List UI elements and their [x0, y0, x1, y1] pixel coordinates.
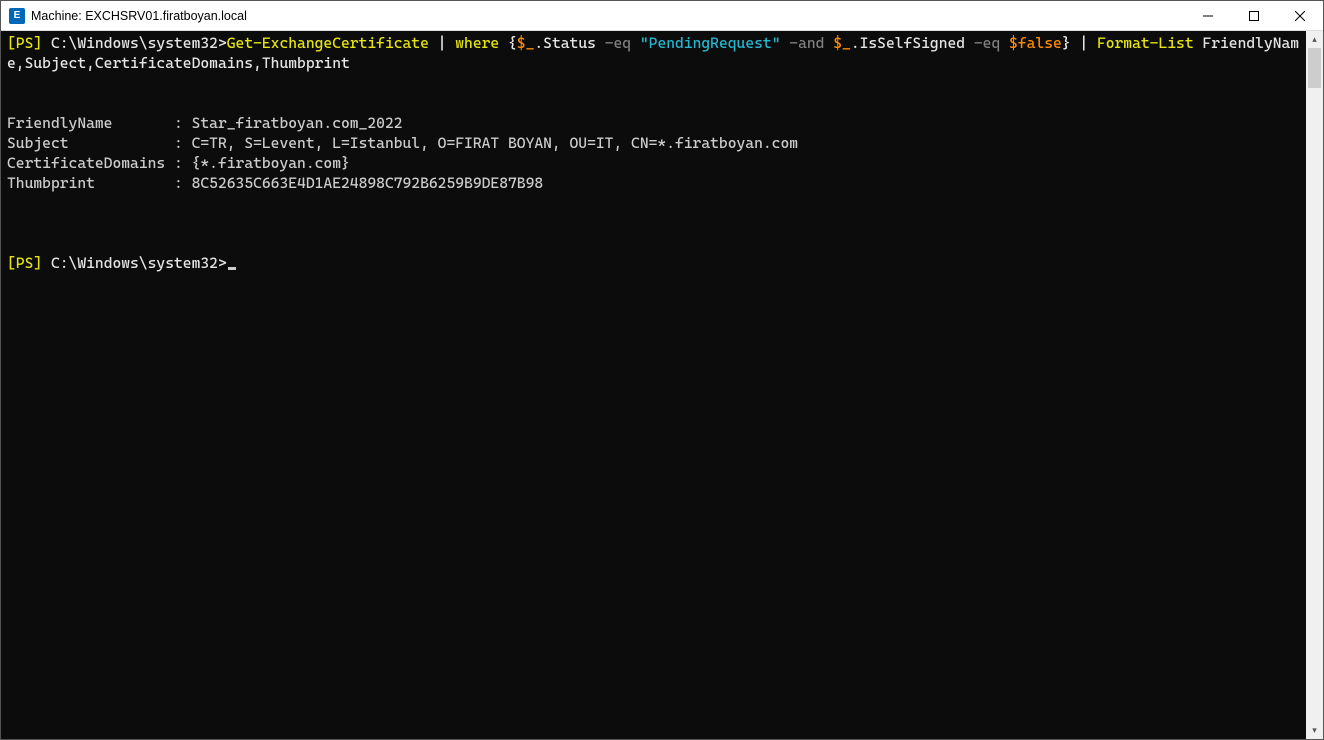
space-3: [824, 34, 833, 52]
output-friendlyname-label: FriendlyName :: [7, 114, 192, 132]
scrollbar-track[interactable]: [1306, 48, 1323, 722]
brace-open: {: [499, 34, 517, 52]
var-dollar-underscore-1: $_: [517, 34, 535, 52]
cmd-format-list: Format-List: [1097, 34, 1194, 52]
prompt2-bracket-open: [: [7, 254, 16, 272]
op-eq-1: -eq: [605, 34, 631, 52]
maximize-button[interactable]: [1231, 1, 1277, 30]
terminal[interactable]: [PS] C:\Windows\system32>Get-ExchangeCer…: [1, 31, 1306, 739]
scrollbar-up-arrow-icon[interactable]: ▴: [1306, 31, 1323, 48]
brace-close: }: [1062, 34, 1071, 52]
minimize-icon: [1203, 11, 1213, 21]
titlebar[interactable]: E Machine: EXCHSRV01.firatboyan.local: [1, 1, 1323, 31]
space-4: [1000, 34, 1009, 52]
app-icon: E: [9, 8, 25, 24]
window-title: Machine: EXCHSRV01.firatboyan.local: [31, 9, 247, 23]
prompt-path: C:\Windows\system32>: [51, 34, 227, 52]
prompt2-ps: PS: [16, 254, 34, 272]
prompt-ps: PS: [16, 34, 34, 52]
space-2: [780, 34, 789, 52]
pipe-1: |: [429, 34, 455, 52]
prompt-bracket-close: ]: [33, 34, 51, 52]
prompt2-path: C:\Windows\system32>: [51, 254, 227, 272]
close-icon: [1295, 11, 1305, 21]
op-and: -and: [789, 34, 824, 52]
output-certdomains-value: {*.firatboyan.com}: [192, 154, 350, 172]
cursor: [228, 267, 236, 270]
prop-isselfsigned: .IsSelfSigned: [851, 34, 974, 52]
output-friendlyname-value: Star_firatboyan.com_2022: [192, 114, 403, 132]
terminal-area: [PS] C:\Windows\system32>Get-ExchangeCer…: [1, 31, 1323, 739]
cmd-where: where: [455, 34, 499, 52]
close-button[interactable]: [1277, 1, 1323, 30]
prompt2-bracket-close: ]: [33, 254, 51, 272]
maximize-icon: [1249, 11, 1259, 21]
minimize-button[interactable]: [1185, 1, 1231, 30]
pipe-2: |: [1071, 34, 1097, 52]
cmd-get-exchangecertificate: Get-ExchangeCertificate: [227, 34, 429, 52]
scrollbar-thumb[interactable]: [1308, 48, 1321, 88]
prompt-bracket-open: [: [7, 34, 16, 52]
output-subject-label: Subject :: [7, 134, 192, 152]
vertical-scrollbar[interactable]: ▴ ▾: [1306, 31, 1323, 739]
window-controls: [1185, 1, 1323, 30]
output-thumbprint-value: 8C52635C663E4D1AE24898C792B6259B9DE87B98: [192, 174, 544, 192]
output-thumbprint-label: Thumbprint :: [7, 174, 192, 192]
app-window: E Machine: EXCHSRV01.firatboyan.local [P…: [0, 0, 1324, 740]
op-eq-2: -eq: [974, 34, 1000, 52]
output-certdomains-label: CertificateDomains :: [7, 154, 192, 172]
scrollbar-down-arrow-icon[interactable]: ▾: [1306, 722, 1323, 739]
prop-status: .Status: [534, 34, 604, 52]
var-false: $false: [1009, 34, 1062, 52]
string-pendingrequest: "PendingRequest": [640, 34, 781, 52]
output-subject-value: C=TR, S=Levent, L=Istanbul, O=FIRAT BOYA…: [192, 134, 798, 152]
var-dollar-underscore-2: $_: [833, 34, 851, 52]
space-1: [631, 34, 640, 52]
